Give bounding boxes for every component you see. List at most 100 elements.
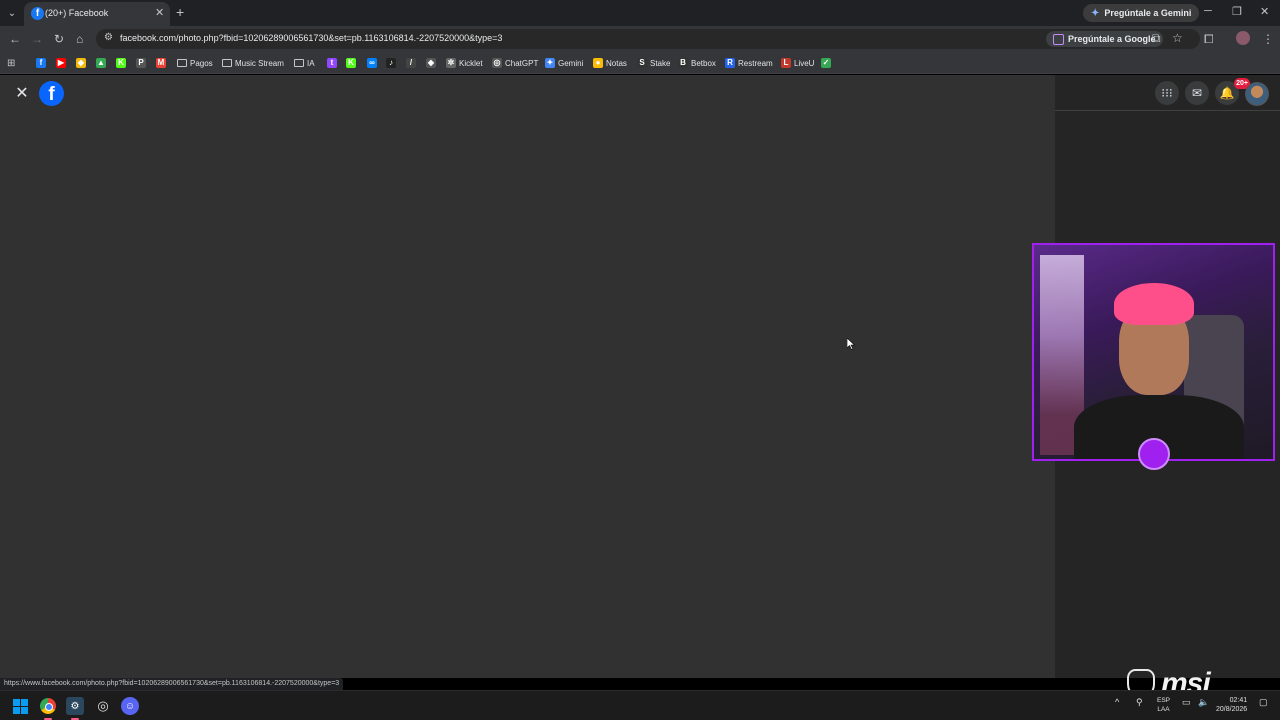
cast-icon[interactable]: ⧉ — [1152, 31, 1161, 46]
liveu-icon: L — [781, 58, 791, 68]
tray-app-icon[interactable]: ⚲ — [1136, 697, 1143, 708]
more-menu-icon[interactable]: ⋮ — [1262, 32, 1274, 46]
bookmark-meta[interactable]: ∞ — [367, 55, 377, 71]
menu-grid-icon[interactable]: ⁝⁝⁝ — [1155, 81, 1179, 105]
facebook-logo-icon[interactable]: f — [39, 81, 64, 106]
bookmark-notas[interactable]: ● Notas — [593, 55, 627, 71]
minimize-icon[interactable]: ─ — [1204, 5, 1212, 17]
forward-icon[interactable]: → — [31, 32, 43, 46]
clock-date: 20/8/2026 — [1216, 706, 1248, 713]
ask-google-button[interactable]: Pregúntale a Google — [1046, 31, 1163, 47]
bookmark-star-icon[interactable]: ☆ — [1172, 31, 1183, 45]
bookmark-pagos[interactable]: Pagos — [177, 55, 213, 71]
tab-close-icon[interactable]: ✕ — [155, 6, 164, 19]
input-language[interactable]: ESP LAA — [1157, 696, 1170, 714]
bookmark-kicklet[interactable]: ✲ Kicklet — [446, 55, 483, 71]
webcam-person-hair — [1114, 283, 1194, 325]
drive-icon: ▲ — [96, 58, 106, 68]
messenger-icon[interactable]: ✉ — [1185, 81, 1209, 105]
bookmark-ia[interactable]: IA — [294, 55, 315, 71]
link-status-preview: https://www.facebook.com/photo.php?fbid=… — [0, 678, 344, 690]
language-code: ESP — [1157, 697, 1171, 704]
windows-start-icon[interactable] — [11, 697, 29, 715]
address-bar[interactable]: ⚙ facebook.com/photo.php?fbid=1020628900… — [96, 29, 1200, 49]
kick-icon: K — [346, 58, 356, 68]
google-lens-icon — [1053, 33, 1064, 45]
gemini-icon: ✦ — [545, 58, 555, 68]
mouse-cursor-icon — [847, 338, 855, 350]
site-info-icon[interactable]: ⚙ — [104, 32, 113, 43]
bookmark-kick[interactable]: K — [346, 55, 356, 71]
navigation-bar: ← → ↻ ⌂ ⚙ facebook.com/photo.php?fbid=10… — [0, 26, 1280, 52]
bookmark-binance[interactable]: ◆ — [76, 55, 86, 71]
bookmark-liveu[interactable]: L LiveU — [781, 55, 814, 71]
bookmark-gmail[interactable]: M — [156, 55, 166, 71]
obs-taskbar-icon[interactable]: ◎ — [94, 697, 112, 715]
bookmark-label: Notas — [606, 58, 627, 68]
kicklet-icon: ✲ — [446, 58, 456, 68]
keyboard-layout: LAA — [1157, 706, 1170, 713]
discord-taskbar-icon[interactable]: ☺ — [121, 697, 139, 715]
account-avatar[interactable] — [1245, 82, 1269, 106]
steam-taskbar-icon[interactable]: ⚙ — [66, 697, 84, 715]
gmail-icon: M — [156, 58, 166, 68]
restream-icon: R — [725, 58, 735, 68]
tab-search-icon[interactable]: ⌄ — [4, 5, 20, 21]
profile-icon[interactable] — [1236, 31, 1250, 45]
bookmark-check[interactable]: ✓ — [821, 55, 831, 71]
meta-icon: ∞ — [367, 58, 377, 68]
bookmark-grok[interactable]: / — [406, 55, 416, 71]
home-icon[interactable]: ⌂ — [76, 32, 83, 46]
check-icon: ✓ — [821, 58, 831, 68]
bookmark-diamond[interactable]: ◆ — [426, 55, 436, 71]
binance-icon: ◆ — [76, 58, 86, 68]
chrome-taskbar-icon[interactable] — [39, 697, 57, 715]
bookmark-label: LiveU — [794, 58, 815, 68]
bookmark-kick[interactable]: K — [116, 55, 126, 71]
ask-google-label: Pregúntale a Google — [1068, 34, 1156, 44]
bookmark-restream[interactable]: R Restream — [725, 55, 773, 71]
taskbar-clock[interactable]: 02:41 20/8/2026 — [1216, 696, 1247, 714]
bookmarks-bar: ⊞ f ▶ ◆ ▲ K P M Pagos Music Stream IA t K ∞ ♪ / ◆ ✲ Kickl… — [0, 52, 1280, 74]
apps-grid-icon[interactable]: ⊞ — [7, 55, 15, 71]
bookmark-tiktok[interactable]: ♪ — [386, 55, 396, 71]
ask-gemini-button[interactable]: ✦ Pregúntale a Gemini — [1083, 4, 1200, 22]
back-icon[interactable]: ← — [9, 32, 21, 46]
pinterest-icon: P — [136, 58, 146, 68]
bookmark-pinterest[interactable]: P — [136, 55, 146, 71]
window-close-icon[interactable]: ✕ — [1260, 5, 1269, 18]
reload-icon[interactable]: ↻ — [54, 32, 64, 46]
bookmark-facebook[interactable]: f — [36, 55, 46, 71]
bookmark-stake[interactable]: S Stake — [637, 55, 670, 71]
bookmark-drive[interactable]: ▲ — [96, 55, 106, 71]
bookmark-label: Stake — [650, 58, 671, 68]
network-icon[interactable]: ▭ — [1182, 697, 1191, 708]
bookmark-music-stream[interactable]: Music Stream — [222, 55, 284, 71]
grok-icon: / — [406, 58, 416, 68]
new-tab-icon[interactable]: + — [176, 4, 184, 20]
tab-strip: ⌄ f (20+) Facebook ✕ + ✦ Pregúntale a Ge… — [0, 0, 1280, 26]
close-viewer-icon[interactable]: ✕ — [12, 84, 32, 104]
ask-gemini-label: Pregúntale a Gemini — [1104, 8, 1192, 18]
tray-overflow-icon[interactable]: ^ — [1115, 697, 1119, 707]
restore-icon[interactable]: ❐ — [1232, 5, 1242, 18]
tab-facebook[interactable]: f (20+) Facebook ✕ — [24, 2, 170, 26]
bookmark-youtube[interactable]: ▶ — [56, 55, 66, 71]
bookmark-gemini[interactable]: ✦ Gemini — [545, 55, 583, 71]
kick-icon: K — [116, 58, 126, 68]
photo-viewer: ✕ f — [0, 75, 1055, 678]
bookmark-betbox[interactable]: B Betbox — [678, 55, 716, 71]
twitch-icon: t — [327, 58, 337, 68]
bookmark-twitch[interactable]: t — [327, 55, 337, 71]
gemini-spark-icon: ✦ — [1091, 7, 1100, 19]
extensions-icon[interactable]: ⧠ — [1204, 32, 1214, 47]
volume-icon[interactable]: 🔈 — [1198, 697, 1209, 708]
url-text[interactable]: facebook.com/photo.php?fbid=102062890065… — [120, 33, 502, 43]
bookmark-label: IA — [307, 58, 315, 68]
windows-taskbar: ⚙ ◎ ☺ ^ ⚲ ESP LAA ▭ 🔈 02:41 20/8/2026 ▢ — [0, 690, 1280, 720]
webcam-overlay — [1032, 243, 1275, 461]
bookmark-chatgpt[interactable]: ◎ ChatGPT — [492, 55, 538, 71]
bookmark-label: Restream — [738, 58, 773, 68]
bookmark-label: Betbox — [691, 58, 716, 68]
notification-center-icon[interactable]: ▢ — [1259, 697, 1268, 708]
